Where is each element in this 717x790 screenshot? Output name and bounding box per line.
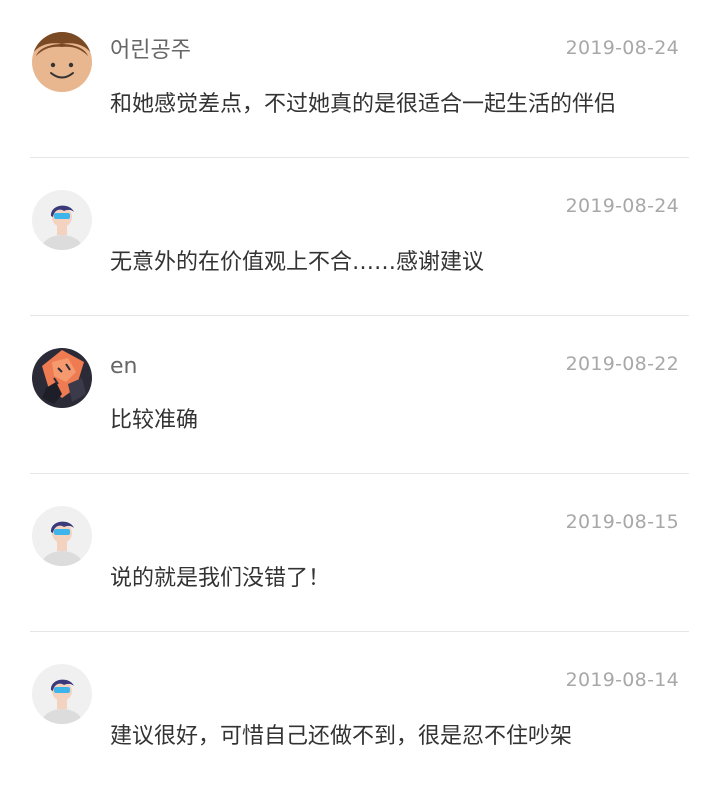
face-avatar-icon (32, 32, 92, 92)
comment-date: 2019-08-15 (565, 511, 679, 533)
comment-text: 比较准确 (110, 408, 199, 433)
avatar[interactable] (32, 190, 92, 250)
default-user-icon (32, 664, 92, 724)
comment-text: 和她感觉差点，不过她真的是很适合一起生活的伴侣 (110, 92, 617, 117)
comment-item: 2019-08-14 建议很好，可惜自己还做不到，很是忍不住吵架 (30, 632, 689, 790)
comment-date: 2019-08-24 (565, 195, 679, 217)
comment-text: 建议很好，可惜自己还做不到，很是忍不住吵架 (110, 724, 573, 749)
avatar[interactable] (32, 348, 92, 408)
default-user-icon (32, 190, 92, 250)
avatar[interactable] (32, 506, 92, 566)
username[interactable]: en (110, 352, 137, 382)
comment-item: 2019-08-24 无意外的在价值观上不合……感谢建议 (30, 158, 689, 316)
comment-item: 어린공주 2019-08-24 和她感觉差点，不过她真的是很适合一起生活的伴侣 (30, 0, 689, 158)
comment-text: 说的就是我们没错了！ (110, 566, 331, 591)
avatar[interactable] (32, 32, 92, 92)
comment-date: 2019-08-22 (565, 353, 679, 375)
comment-item: 2019-08-15 说的就是我们没错了！ (30, 474, 689, 632)
artwork-avatar-icon (32, 348, 92, 408)
default-user-icon (32, 506, 92, 566)
avatar[interactable] (32, 664, 92, 724)
username[interactable]: 어린공주 (110, 36, 191, 66)
comment-list: 어린공주 2019-08-24 和她感觉差点，不过她真的是很适合一起生活的伴侣 … (0, 0, 717, 790)
comment-date: 2019-08-24 (565, 37, 679, 59)
comment-text: 无意外的在价值观上不合……感谢建议 (110, 250, 485, 275)
comment-date: 2019-08-14 (565, 669, 679, 691)
comment-item: en 2019-08-22 比较准确 (30, 316, 689, 474)
